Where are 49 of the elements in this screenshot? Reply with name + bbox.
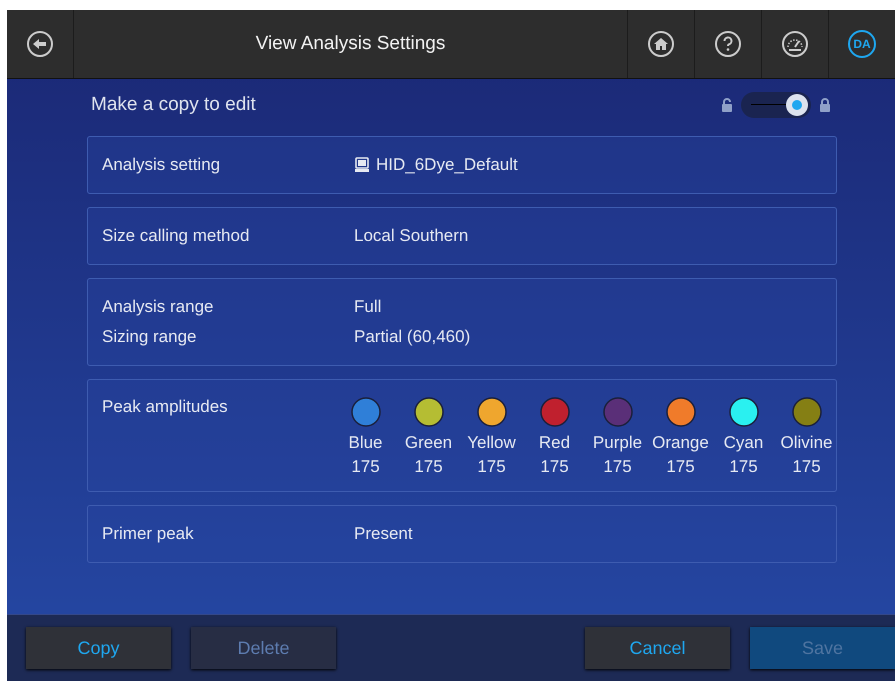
dye-swatch	[728, 397, 758, 427]
setting-label: Analysis setting	[102, 155, 222, 175]
dye-amplitude: 175	[603, 457, 632, 477]
home-button[interactable]	[647, 30, 675, 58]
dye-swatch	[540, 397, 570, 427]
dye-swatch	[792, 397, 822, 427]
help-button[interactable]	[714, 30, 742, 58]
dye-name: Purple	[592, 433, 642, 453]
footer-button[interactable]: Cancel	[585, 627, 730, 669]
dye-amplitude: 175	[540, 457, 569, 477]
setting-value: Present	[354, 524, 413, 544]
help-icon	[714, 30, 742, 58]
window-title: View Analysis Settings	[254, 33, 446, 55]
home-icon	[647, 30, 675, 58]
dye-swatch	[350, 397, 380, 427]
dye-name: Cyan	[724, 433, 764, 453]
dye-name: Olivine	[780, 433, 832, 453]
lock-toggle[interactable]	[741, 92, 811, 118]
dye-swatch	[602, 397, 632, 427]
copy-to-edit-label: Make a copy to edit	[91, 94, 256, 116]
setting-value: Local Southern	[354, 226, 468, 246]
user-avatar[interactable]: DA	[848, 30, 876, 58]
locked-icon	[819, 98, 831, 112]
dye-amplitude: 175	[729, 457, 758, 477]
back-button[interactable]	[26, 30, 54, 58]
setting-value: Full	[354, 297, 382, 317]
setting-label: Primer peak	[102, 524, 195, 544]
gauge-icon	[781, 30, 809, 58]
setting-value: HID_6Dye_Default	[376, 155, 518, 175]
setting-label: Sizing range	[102, 327, 198, 347]
dye-amplitude: 175	[414, 457, 443, 477]
dye-swatch	[666, 397, 696, 427]
dye-amplitude: 175	[477, 457, 506, 477]
dashboard-button[interactable]	[781, 30, 809, 58]
dye-swatch	[476, 397, 506, 427]
dye-name: Orange	[652, 433, 709, 453]
dye-amplitude: 175	[666, 457, 695, 477]
setting-label: Analysis range	[102, 297, 215, 317]
dye-amplitude: 175	[792, 457, 821, 477]
setting-value: Partial (60,460)	[354, 327, 470, 347]
dye-name: Blue	[348, 433, 383, 453]
footer-button[interactable]: Copy	[26, 627, 171, 669]
setting-label: Size calling method	[102, 226, 250, 246]
unlocked-icon	[721, 98, 733, 112]
dye-amplitude: 175	[351, 457, 380, 477]
dye-swatch	[414, 397, 444, 427]
dye-name: Green	[404, 433, 452, 453]
dye-name: Yellow	[467, 433, 516, 453]
dye-name: Red	[538, 433, 570, 453]
